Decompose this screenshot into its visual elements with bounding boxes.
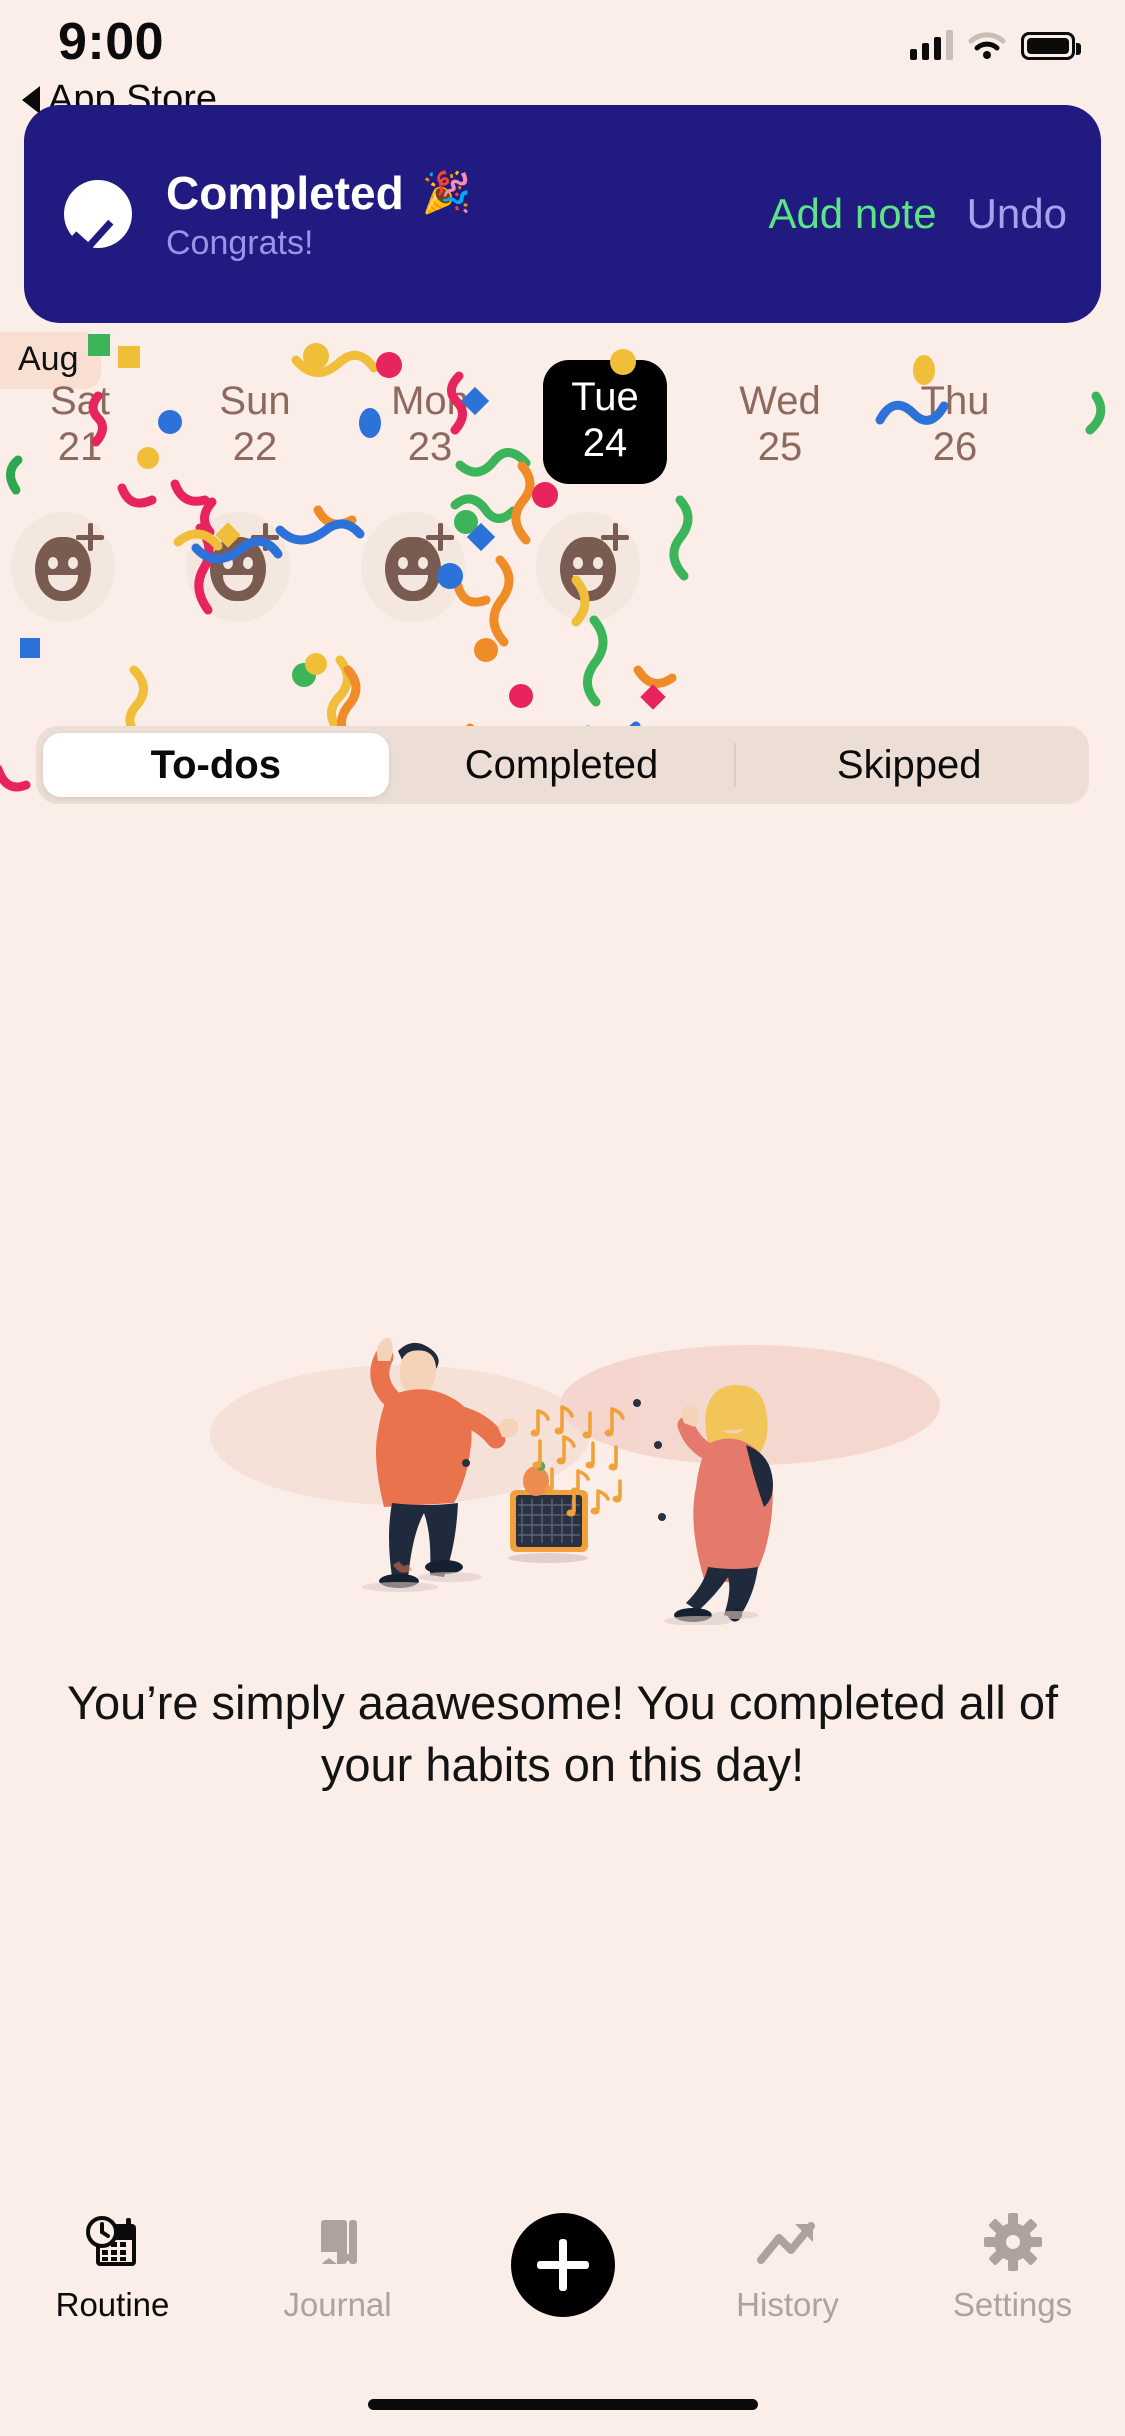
date-cell-sat-21[interactable]: Sat 21 [18, 378, 142, 470]
banner-title-row: Completed 🎉 [166, 166, 768, 220]
avatar-eye-left [573, 557, 583, 569]
add-person-icon[interactable] [11, 512, 115, 622]
date-cell-dow: Tue [571, 375, 639, 419]
date-cell-dow: Sat [49, 379, 111, 423]
empty-state-message: You’re simply aaawesome! You completed a… [66, 1676, 1059, 1792]
nav-item-label: Journal [283, 2286, 392, 2323]
trending-up-icon [755, 2206, 821, 2272]
calendar-clock-icon [82, 2206, 144, 2272]
nav-item-label: Routine [55, 2286, 170, 2323]
avatar-row [0, 512, 1125, 622]
nav-item-label: Settings [952, 2286, 1073, 2323]
add-person-icon[interactable] [186, 512, 290, 622]
plus-icon [250, 522, 280, 552]
segmented-tabs[interactable]: To-dos Completed Skipped [36, 726, 1089, 804]
app-screen: 9:00 App Store Completed 🎉 Congrats! Add… [0, 0, 1125, 2436]
date-cell-number: 24 [582, 421, 628, 465]
completed-banner: Completed 🎉 Congrats! Add note Undo [24, 105, 1101, 323]
back-triangle-icon [22, 85, 40, 114]
date-cell-mon-23[interactable]: Mon 23 [368, 378, 492, 470]
banner-subtitle: Congrats! [166, 223, 314, 262]
nav-item-settings[interactable]: Settings [900, 2206, 1125, 2324]
add-note-button[interactable]: Add note [768, 190, 936, 238]
party-popper-icon: 🎉 [421, 171, 472, 215]
date-cell-thu-26[interactable]: Thu 26 [893, 378, 1017, 470]
nav-item-add[interactable] [450, 2213, 675, 2317]
date-cell-number: 21 [57, 425, 103, 469]
avatar-mouth [48, 575, 78, 591]
gear-icon [983, 2206, 1043, 2272]
nav-item-journal[interactable]: Journal [225, 2206, 450, 2324]
status-bar-time: 9:00 [58, 13, 165, 71]
date-cell-dow: Wed [739, 379, 821, 423]
two-people-dancing-to-music-illustration [210, 1337, 940, 1625]
plus-fab-icon[interactable] [510, 2213, 615, 2317]
add-person-icon[interactable] [361, 512, 465, 622]
date-cell-dow: Sun [219, 379, 291, 423]
avatar-mouth [573, 575, 603, 591]
date-cell-sun-22[interactable]: Sun 22 [193, 378, 317, 470]
date-cell-dow: Mon [391, 379, 469, 423]
avatar-eye-right [243, 557, 253, 569]
nav-item-label: History [736, 2286, 839, 2323]
bottom-navigation-bar[interactable]: Routine Journal History Settings [0, 2180, 1125, 2350]
date-cell-number: 25 [757, 425, 803, 469]
date-cell-dow: Thu [920, 379, 990, 423]
tab-skipped[interactable]: Skipped [736, 733, 1082, 797]
plus-icon [75, 522, 105, 552]
wifi-icon [968, 32, 1006, 59]
date-cell-wed-25[interactable]: Wed 25 [718, 378, 842, 470]
avatar-eye-right [68, 557, 78, 569]
banner-text-block: Completed 🎉 Congrats! [166, 166, 768, 263]
date-cell-number: 22 [232, 425, 278, 469]
tab-to-dos[interactable]: To-dos [43, 733, 389, 797]
status-bar-indicators [910, 28, 1081, 60]
avatar-eye-left [223, 557, 233, 569]
add-person-icon[interactable] [536, 512, 640, 622]
avatar-mouth [223, 575, 253, 591]
battery-icon [1021, 32, 1081, 60]
plus-icon [600, 522, 630, 552]
date-cell-tue-24[interactable]: Tue 24 [543, 360, 667, 484]
date-cell-number: 23 [407, 425, 453, 469]
avatar-eye-left [398, 557, 408, 569]
book-icon [309, 2206, 367, 2272]
undo-button[interactable]: Undo [967, 190, 1067, 238]
date-strip: Sat 21 Sun 22 Mon 23 Tue 24 Wed 25 Thu 26 [0, 360, 1125, 508]
home-indicator [367, 2399, 758, 2410]
banner-title: Completed [166, 166, 404, 219]
avatar-mouth [398, 575, 428, 591]
signal-bars-icon [910, 28, 953, 60]
avatar-eye-right [593, 557, 603, 569]
avatar-eye-left [48, 557, 58, 569]
banner-actions: Add note Undo [768, 190, 1067, 238]
avatar-eye-right [418, 557, 428, 569]
tab-completed[interactable]: Completed [389, 733, 735, 797]
plus-icon [425, 522, 455, 552]
date-cell-number: 26 [932, 425, 978, 469]
check-circle-icon [64, 180, 132, 248]
nav-item-history[interactable]: History [675, 2206, 900, 2324]
nav-item-routine[interactable]: Routine [0, 2206, 225, 2324]
